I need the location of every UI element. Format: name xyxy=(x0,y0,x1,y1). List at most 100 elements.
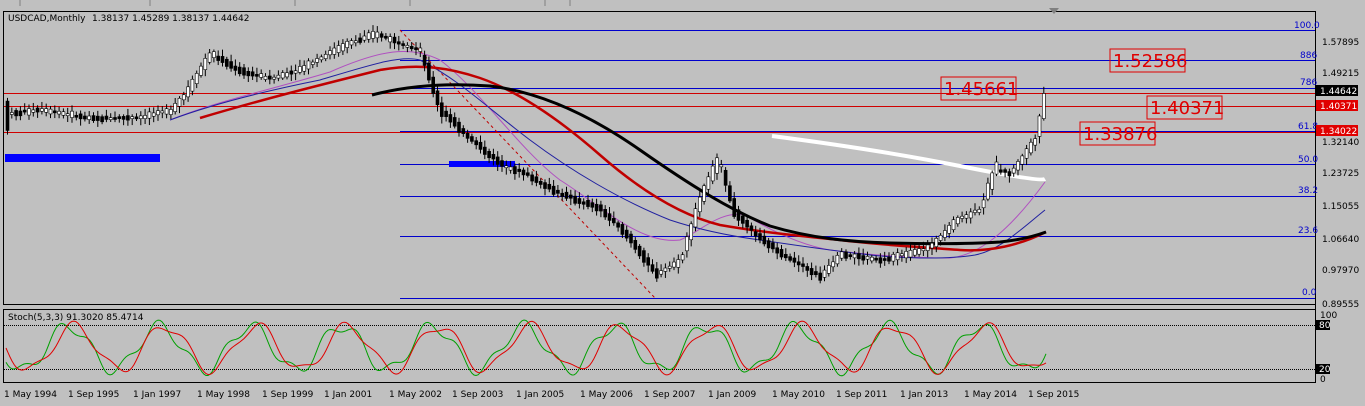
candle xyxy=(384,35,388,39)
top-tick-marks xyxy=(19,0,571,6)
price-chart[interactable]: USDCAD,Monthly 1.38137 1.45289 1.38137 1… xyxy=(0,0,1365,406)
annotation-152586[interactable]: 1.52586 xyxy=(1109,48,1187,73)
ohlc-readout: 1.38137 1.45289 1.38137 1.44642 xyxy=(92,14,249,24)
candle xyxy=(70,110,74,118)
candle xyxy=(35,107,40,113)
candle xyxy=(78,113,83,120)
candle xyxy=(779,249,784,258)
fib-236: 23.6 xyxy=(1298,226,1318,236)
candle xyxy=(594,203,599,212)
candle xyxy=(788,256,792,261)
candle xyxy=(246,70,251,77)
candle xyxy=(147,111,152,119)
candle xyxy=(396,41,401,45)
candle xyxy=(414,47,418,50)
candle xyxy=(637,245,642,257)
candle xyxy=(285,72,289,78)
candle xyxy=(289,70,294,75)
indicator-axis: 100 80 20 0 xyxy=(1316,311,1337,385)
candle xyxy=(341,43,345,52)
candle xyxy=(190,78,195,92)
candle xyxy=(831,261,835,268)
candle xyxy=(697,196,702,213)
candle xyxy=(418,47,423,52)
time-tick: 1 Jan 2005 xyxy=(516,390,564,400)
candle xyxy=(470,136,474,142)
candle xyxy=(345,41,350,48)
candle xyxy=(203,58,208,70)
time-tick: 1 Sep 2011 xyxy=(836,390,887,400)
candle xyxy=(783,254,788,259)
candle xyxy=(40,108,44,112)
candle xyxy=(667,265,672,269)
candle xyxy=(250,71,255,77)
candle xyxy=(517,168,522,172)
candle xyxy=(968,211,973,219)
candle xyxy=(182,94,186,101)
candle xyxy=(766,240,771,249)
candle xyxy=(861,255,866,261)
candle xyxy=(758,233,762,241)
candle xyxy=(332,47,337,55)
blue-zone-left[interactable] xyxy=(5,154,160,162)
candle xyxy=(603,209,608,218)
annotation-140371[interactable]: 1.40371 xyxy=(1146,95,1224,120)
candle xyxy=(801,263,805,267)
candle xyxy=(943,230,947,238)
candle xyxy=(461,128,466,134)
candle xyxy=(113,117,117,120)
candle xyxy=(521,169,526,176)
candle xyxy=(143,115,147,119)
annotation-text: 1.33876 xyxy=(1083,124,1157,145)
candle xyxy=(835,255,840,265)
candle xyxy=(233,65,238,71)
candle xyxy=(491,153,496,160)
candle xyxy=(581,201,586,205)
fib-618: 61.8 xyxy=(1298,122,1318,132)
candle xyxy=(121,116,126,120)
candle xyxy=(14,110,18,117)
candle xyxy=(104,115,109,120)
candle xyxy=(169,109,173,115)
time-tick: 1 May 1994 xyxy=(4,390,57,400)
candle xyxy=(336,45,341,53)
candle xyxy=(401,43,405,46)
candle xyxy=(74,115,79,118)
candle xyxy=(91,115,96,121)
candle xyxy=(319,56,324,61)
candle xyxy=(925,244,930,251)
candle xyxy=(771,242,775,250)
stoch-tick: 0 xyxy=(1320,375,1326,385)
candle xyxy=(482,146,487,155)
price-tick: 1.15055 xyxy=(1322,202,1359,212)
candle xyxy=(160,110,165,114)
candle xyxy=(100,116,104,123)
candle xyxy=(5,100,10,131)
candle xyxy=(444,110,448,117)
candle xyxy=(139,115,143,119)
fib-886: 886 xyxy=(1300,51,1317,61)
annotation-text: 1.40371 xyxy=(1150,98,1224,119)
candle xyxy=(457,121,461,133)
candle xyxy=(405,45,410,48)
price-tick: 1.23725 xyxy=(1322,169,1359,179)
candle xyxy=(689,223,694,241)
candle xyxy=(659,270,663,275)
candle xyxy=(775,247,780,254)
candle xyxy=(616,222,620,228)
candle xyxy=(375,31,380,39)
chart-window[interactable]: USDCAD,Monthly 1.38137 1.45289 1.38137 1… xyxy=(0,0,1365,406)
candle xyxy=(1020,155,1025,165)
candle xyxy=(126,115,130,121)
candle xyxy=(439,102,444,117)
candle xyxy=(869,256,874,262)
candle xyxy=(1016,161,1020,171)
candle xyxy=(220,56,225,63)
candle xyxy=(814,271,818,276)
annotation-145661[interactable]: 1.45661 xyxy=(940,76,1018,101)
annotation-133876[interactable]: 1.33876 xyxy=(1079,121,1157,146)
candle xyxy=(732,198,737,217)
candle xyxy=(427,62,431,81)
candle xyxy=(917,248,921,255)
candle xyxy=(573,195,577,204)
